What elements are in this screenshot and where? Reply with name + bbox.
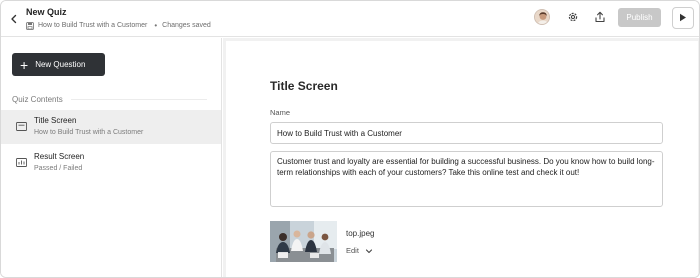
sidebar: + New Question Quiz Contents Title Scree… (1, 38, 222, 277)
sidebar-item-title-screen[interactable]: Title Screen How to Build Trust with a C… (1, 110, 221, 144)
new-question-button[interactable]: + New Question (12, 53, 105, 76)
top-bar: New Quiz How to Build Trust with a Custo… (1, 1, 699, 37)
description-field[interactable]: Customer trust and loyalty are essential… (270, 151, 663, 207)
breadcrumb: How to Build Trust with a Customer • Cha… (26, 21, 211, 30)
page-title: Title Screen (270, 79, 338, 93)
sidebar-item-subtitle: Passed / Failed (34, 165, 83, 172)
play-icon (679, 9, 687, 27)
avatar[interactable] (534, 9, 550, 25)
image-filename: top.jpeg (346, 229, 375, 238)
publish-button[interactable]: Publish (618, 8, 661, 27)
screen-icon (16, 118, 27, 131)
sidebar-item-result-screen[interactable]: Result Screen Passed / Failed (1, 146, 221, 180)
results-chart-icon (16, 154, 27, 167)
gear-icon[interactable] (566, 10, 580, 24)
cover-image[interactable] (270, 221, 337, 262)
plus-icon: + (20, 56, 29, 73)
editor-canvas: Title Screen Name How to Build Trust wit… (223, 38, 699, 277)
quiz-title: New Quiz (26, 7, 67, 17)
back-arrow-icon[interactable] (6, 11, 22, 27)
edit-dropdown[interactable]: Edit (346, 246, 373, 255)
save-icon (26, 21, 34, 30)
app-window: New Quiz How to Build Trust with a Custo… (0, 0, 700, 278)
course-name[interactable]: How to Build Trust with a Customer (38, 22, 147, 29)
separator-dot: • (154, 21, 158, 30)
slide-card: Title Screen Name How to Build Trust wit… (226, 41, 698, 277)
name-label: Name (270, 108, 291, 117)
sidebar-item-title: Result Screen (34, 152, 85, 161)
preview-button[interactable] (672, 7, 694, 29)
quiz-contents-label: Quiz Contents (12, 95, 63, 104)
edit-label: Edit (346, 246, 359, 255)
share-icon[interactable] (593, 10, 607, 24)
sidebar-item-title: Title Screen (34, 116, 77, 125)
sidebar-item-subtitle: How to Build Trust with a Customer (34, 129, 144, 136)
chevron-down-icon (365, 247, 373, 255)
divider (71, 99, 207, 100)
new-question-label: New Question (35, 60, 86, 69)
name-field[interactable]: How to Build Trust with a Customer (270, 122, 663, 144)
save-status: Changes saved (162, 22, 211, 29)
